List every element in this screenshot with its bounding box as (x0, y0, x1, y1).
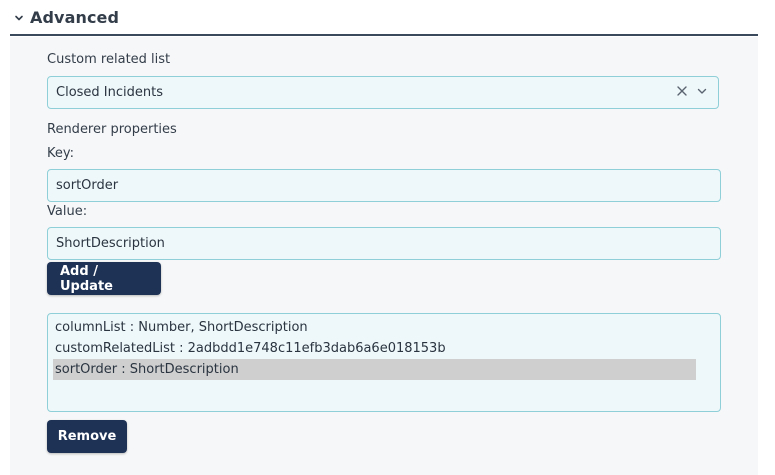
close-icon[interactable] (676, 85, 688, 101)
section-title: Advanced (30, 7, 120, 27)
value-input-value: ShortDescription (56, 236, 165, 251)
add-update-button[interactable]: Add / Update (47, 262, 161, 295)
custom-related-list-select[interactable]: Closed Incidents (47, 76, 719, 109)
advanced-section-header[interactable]: Advanced (10, 0, 758, 36)
list-item[interactable]: customRelatedList : 2adbdd1e748c11efb3da… (48, 338, 682, 359)
list-item[interactable]: columnList : Number, ShortDescription (48, 317, 682, 338)
custom-related-list-value: Closed Incidents (56, 85, 163, 100)
custom-related-list-label: Custom related list (47, 52, 171, 67)
key-label: Key: (47, 146, 75, 161)
list-item-text: sortOrder : ShortDescription (55, 362, 239, 377)
chevron-down-icon[interactable] (10, 9, 28, 27)
list-item-text: customRelatedList : 2adbdd1e748c11efb3da… (55, 341, 446, 356)
key-input[interactable]: sortOrder (47, 169, 721, 202)
list-item-selected[interactable]: sortOrder : ShortDescription (53, 359, 696, 380)
chevron-down-icon[interactable] (696, 85, 708, 101)
renderer-properties-list[interactable]: columnList : Number, ShortDescription cu… (47, 313, 721, 412)
advanced-panel: Custom related list Closed Incidents Ren… (10, 37, 758, 475)
renderer-properties-label: Renderer properties (47, 122, 177, 137)
key-input-value: sortOrder (56, 178, 119, 193)
list-item-text: columnList : Number, ShortDescription (55, 320, 308, 335)
value-label: Value: (47, 204, 88, 219)
remove-button[interactable]: Remove (47, 420, 127, 453)
value-input[interactable]: ShortDescription (47, 227, 721, 260)
